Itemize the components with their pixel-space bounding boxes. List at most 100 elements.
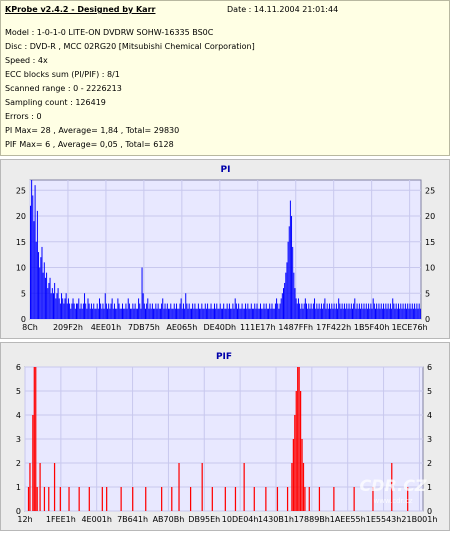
- data-bar: [242, 308, 244, 319]
- data-bar: [189, 487, 192, 511]
- data-bar: [33, 367, 35, 511]
- data-bar: [193, 308, 195, 319]
- data-bar: [278, 308, 280, 319]
- data-bar: [119, 308, 121, 319]
- data-bar: [263, 303, 265, 319]
- data-bar: [271, 303, 273, 319]
- data-bar: [151, 303, 153, 319]
- data-bar: [418, 303, 420, 319]
- data-bar: [343, 303, 345, 319]
- data-bar: [369, 308, 371, 319]
- data-bar: [47, 288, 49, 319]
- data-bar: [48, 487, 50, 511]
- data-bar: [200, 308, 202, 319]
- data-bar: [132, 303, 134, 319]
- data-bar: [104, 293, 106, 319]
- data-bar: [333, 303, 335, 319]
- y-tick-label-right: 1: [427, 483, 432, 492]
- data-bar: [153, 308, 155, 319]
- data-bar: [241, 303, 243, 319]
- data-bar: [203, 308, 205, 319]
- data-bar: [286, 487, 289, 511]
- data-bar: [379, 308, 381, 319]
- data-bar: [299, 303, 301, 319]
- data-bar: [33, 221, 35, 319]
- data-bar: [317, 308, 319, 319]
- data-bar: [243, 308, 245, 319]
- data-bar: [354, 298, 356, 319]
- data-bar: [388, 308, 390, 319]
- pi-summary-line: PI Max= 28 , Average= 1,84 , Total= 2983…: [5, 126, 180, 135]
- data-bar: [410, 308, 412, 319]
- data-bar: [226, 303, 228, 319]
- data-bar: [268, 308, 270, 319]
- data-bar: [32, 195, 34, 319]
- data-bar: [296, 303, 298, 319]
- data-bar: [109, 308, 111, 319]
- data-bar: [130, 308, 132, 319]
- data-bar: [194, 303, 196, 319]
- data-bar: [135, 308, 137, 319]
- data-bar: [32, 415, 34, 511]
- data-bar: [402, 303, 404, 319]
- data-bar: [219, 303, 221, 319]
- x-tick-label: 1430B1h: [258, 515, 294, 524]
- data-bar: [247, 303, 249, 319]
- data-bar: [291, 463, 293, 511]
- data-bar: [396, 308, 398, 319]
- data-bar: [178, 463, 180, 511]
- data-bar: [319, 308, 321, 319]
- data-bar: [342, 308, 344, 319]
- data-bar: [31, 180, 33, 319]
- data-bar: [258, 308, 260, 319]
- data-bar: [132, 487, 134, 511]
- data-bar: [289, 200, 291, 319]
- data-bar: [97, 308, 99, 319]
- y-tick-label-left: 20: [16, 212, 26, 221]
- data-bar: [414, 303, 416, 319]
- data-bar: [404, 303, 406, 319]
- data-bar: [331, 303, 333, 319]
- data-bar: [401, 308, 403, 319]
- data-bar: [273, 308, 275, 319]
- data-bar: [355, 308, 357, 319]
- data-bar: [294, 415, 296, 511]
- data-bar: [291, 216, 293, 319]
- data-bar: [39, 267, 41, 319]
- data-bar: [155, 303, 157, 319]
- data-bar: [51, 288, 53, 319]
- data-bar: [326, 303, 328, 319]
- data-bar: [113, 303, 115, 319]
- data-bar: [164, 303, 166, 319]
- data-bar: [308, 487, 310, 511]
- x-tick-label: 4EE01h: [91, 323, 121, 332]
- data-bar: [323, 303, 325, 319]
- data-bar: [378, 303, 380, 319]
- data-bar: [312, 303, 314, 319]
- data-bar: [185, 293, 187, 319]
- data-bar: [348, 303, 350, 319]
- data-bar: [58, 298, 60, 319]
- data-bar: [302, 308, 304, 319]
- x-tick-label: DE40Dh: [203, 323, 236, 332]
- data-bar: [40, 257, 42, 319]
- data-bar: [341, 303, 343, 319]
- data-bar: [59, 487, 61, 511]
- data-bar: [166, 303, 168, 319]
- data-bar: [380, 303, 382, 319]
- x-tick-label: 1E5543h: [366, 515, 402, 524]
- y-tick-label-left: 1: [16, 483, 21, 492]
- data-bar: [310, 303, 312, 319]
- data-bar: [173, 303, 175, 319]
- data-bar: [211, 487, 213, 511]
- data-bar: [57, 288, 59, 319]
- data-bar: [393, 303, 395, 319]
- data-bar: [43, 487, 46, 511]
- y-tick-label-right: 6: [427, 363, 432, 372]
- data-bar: [232, 303, 234, 319]
- data-bar: [36, 210, 38, 319]
- data-bar: [276, 487, 279, 511]
- data-bar: [293, 272, 295, 319]
- data-bar: [196, 308, 198, 319]
- data-bar: [159, 308, 161, 319]
